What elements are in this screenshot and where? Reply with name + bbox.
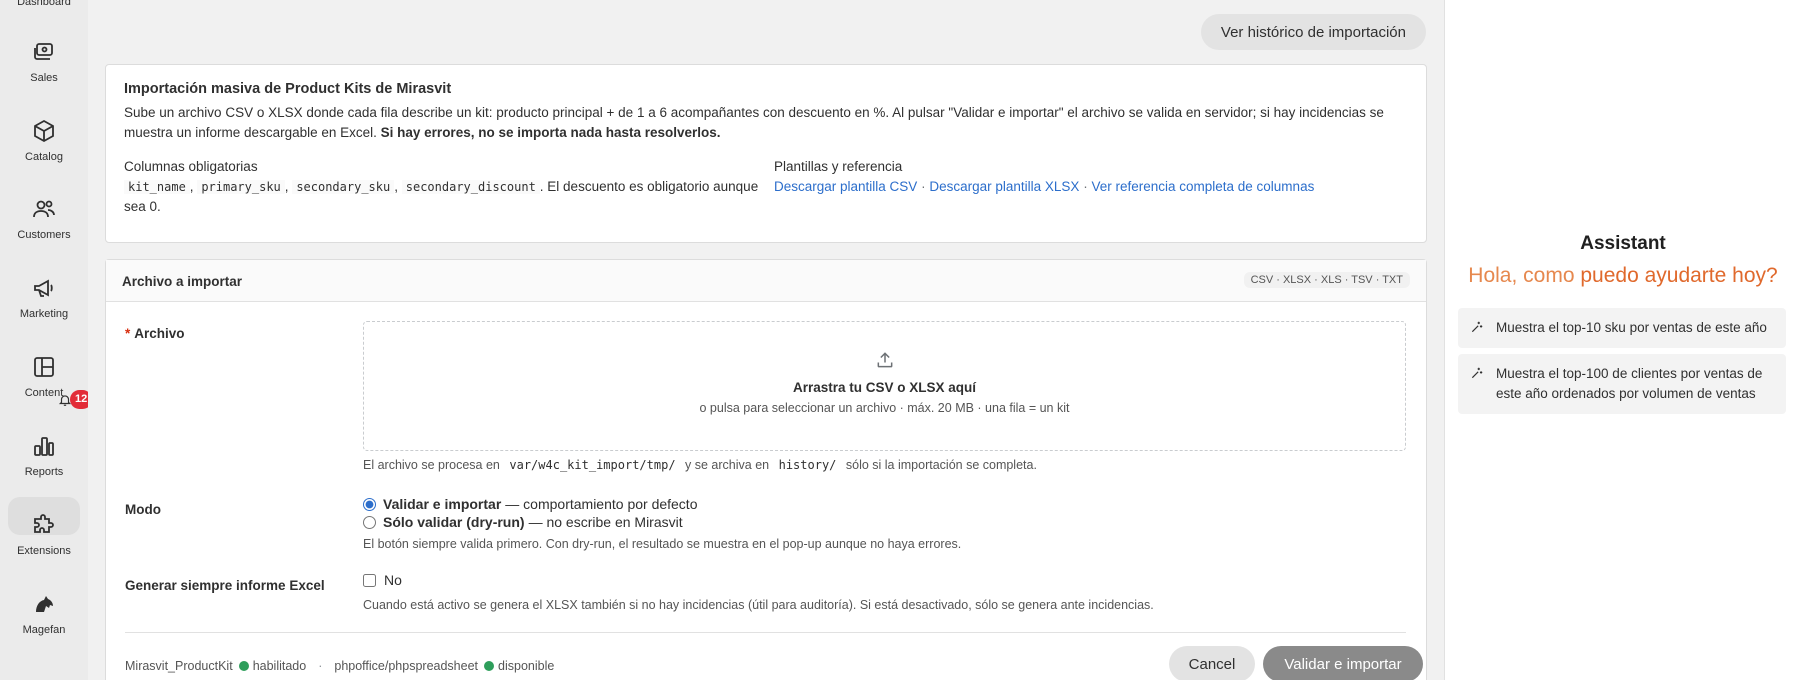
column-code: kit_name (124, 180, 190, 194)
tmp-path-code: var/w4c_kit_import/tmp/ (509, 458, 676, 472)
assistant-panel: Assistant Hola, como puedo ayudarte hoy?… (1444, 0, 1800, 680)
mode-option-validate-import[interactable]: Validar e importar — comportamiento por d… (363, 496, 698, 512)
sparkle-icon (1471, 321, 1483, 333)
sidebar-item-label: Reports (24, 466, 64, 478)
sidebar-item-label: Extensions (17, 545, 71, 557)
assistant-title: Assistant (1580, 233, 1666, 254)
library-state: disponible (498, 659, 555, 673)
column-reference-link[interactable]: Ver referencia completa de columnas (1091, 179, 1314, 194)
sidebar: Dashboard Sales Catalog Customers Market… (0, 0, 93, 680)
sidebar-item-reports[interactable]: Reports (0, 434, 88, 478)
catalog-icon (34, 119, 54, 143)
excel-report-option[interactable]: No (363, 572, 402, 588)
column-code: secondary_discount (401, 180, 540, 194)
status-separator: · (318, 659, 323, 673)
intro-description: Sube un archivo CSV o XLSX donde cada fi… (124, 105, 1384, 140)
intro-title: Importación masiva de Product Kits de Mi… (124, 81, 452, 97)
mode-label: Modo (125, 502, 161, 517)
import-form-card: Archivo a importar CSV · XLSX · XLS · TS… (105, 259, 1427, 680)
column-code: primary_sku (197, 180, 285, 194)
formats-badge: CSV · XLSX · XLS · TSV · TXT (1243, 272, 1410, 288)
link-separator: · (921, 179, 926, 194)
customers-icon (33, 200, 55, 218)
cancel-button[interactable]: Cancel (1169, 646, 1255, 680)
mode-note: El botón siempre valida primero. Con dry… (363, 537, 962, 551)
dropzone-subtitle: o pulsa para seleccionar un archivo · má… (699, 401, 1070, 415)
sidebar-item-label: Sales (30, 72, 58, 84)
download-csv-template-link[interactable]: Descargar plantilla CSV (774, 179, 917, 194)
megaphone-icon (34, 279, 53, 297)
sidebar-item-sales[interactable]: Sales (0, 40, 88, 84)
required-columns-title: Columnas obligatorias (124, 159, 258, 174)
assistant-suggestion[interactable]: Muestra el top-100 de clientes por venta… (1458, 354, 1786, 414)
sidebar-item-dashboard[interactable]: Dashboard (0, 0, 88, 8)
status-dot-icon (238, 661, 249, 671)
assistant-suggestion[interactable]: Muestra el top-10 sku por ventas de este… (1458, 308, 1786, 348)
sparkle-icon (1471, 367, 1483, 379)
sidebar-item-customers[interactable]: Customers (0, 197, 88, 241)
mode-radio-validate-import[interactable] (363, 497, 376, 511)
main-content: Ver histórico de importación Importación… (88, 0, 1444, 680)
puzzle-icon (34, 514, 54, 533)
reports-icon (34, 437, 54, 456)
history-path-code: history/ (778, 458, 837, 472)
sales-icon (34, 43, 53, 60)
excel-report-checkbox[interactable] (363, 573, 376, 587)
file-field-label: * Archivo (125, 326, 185, 341)
file-dropzone[interactable]: Arrastra tu CSV o XLSX aquí o pulsa para… (363, 321, 1406, 451)
sidebar-item-label: Marketing (19, 308, 69, 320)
download-xlsx-template-link[interactable]: Descargar plantilla XLSX (929, 179, 1079, 194)
content-icon (34, 357, 54, 377)
module-name: Mirasvit_ProductKit (125, 659, 233, 673)
link-separator: · (1083, 179, 1088, 194)
magefan-icon (36, 596, 53, 612)
sidebar-item-magefan[interactable]: Magefan (0, 592, 88, 636)
intro-card: Importación masiva de Product Kits de Mi… (105, 64, 1427, 243)
sidebar-item-label: Magefan (22, 624, 66, 636)
upload-icon (877, 352, 892, 368)
sidebar-item-label: Catalog (25, 151, 63, 163)
validate-import-button[interactable]: Validar e importar (1263, 646, 1423, 680)
library-name: phpoffice/phpspreadsheet (334, 659, 479, 673)
module-status: Mirasvit_ProductKit habilitado · phpoffi… (125, 659, 554, 673)
section-header: Archivo a importar CSV · XLSX · XLS · TS… (106, 260, 1426, 302)
module-state: habilitado (252, 659, 307, 673)
sidebar-item-extensions[interactable]: Extensions (0, 497, 88, 557)
excel-note: Cuando está activo se genera el XLSX tam… (363, 598, 1154, 612)
mode-radio-dry-run[interactable] (363, 515, 376, 529)
required-columns: Columnas obligatorias kit_name, primary_… (124, 157, 774, 217)
sidebar-item-catalog[interactable]: Catalog (0, 119, 88, 163)
section-title: Archivo a importar (122, 274, 243, 289)
sidebar-item-label: Customers (17, 229, 71, 241)
sidebar-item-marketing[interactable]: Marketing (0, 276, 88, 320)
import-history-button[interactable]: Ver histórico de importación (1200, 14, 1426, 50)
path-note: El archivo se procesa en var/w4c_kit_imp… (363, 458, 1037, 472)
templates-title: Plantillas y referencia (774, 159, 903, 174)
dropzone-title: Arrastra tu CSV o XLSX aquí (792, 380, 977, 395)
excel-report-label: Generar siempre informe Excel (125, 578, 325, 593)
mode-option-dry-run[interactable]: Sólo validar (dry-run) — no escribe en Mi… (363, 514, 683, 530)
status-dot-icon (484, 661, 495, 671)
assistant-greeting: Hola, como puedo ayudarte hoy? (1468, 264, 1778, 287)
divider (125, 632, 1406, 633)
required-mark: * (125, 326, 131, 341)
templates-reference: Plantillas y referencia Descargar planti… (774, 157, 1314, 217)
column-code: secondary_sku (292, 180, 395, 194)
